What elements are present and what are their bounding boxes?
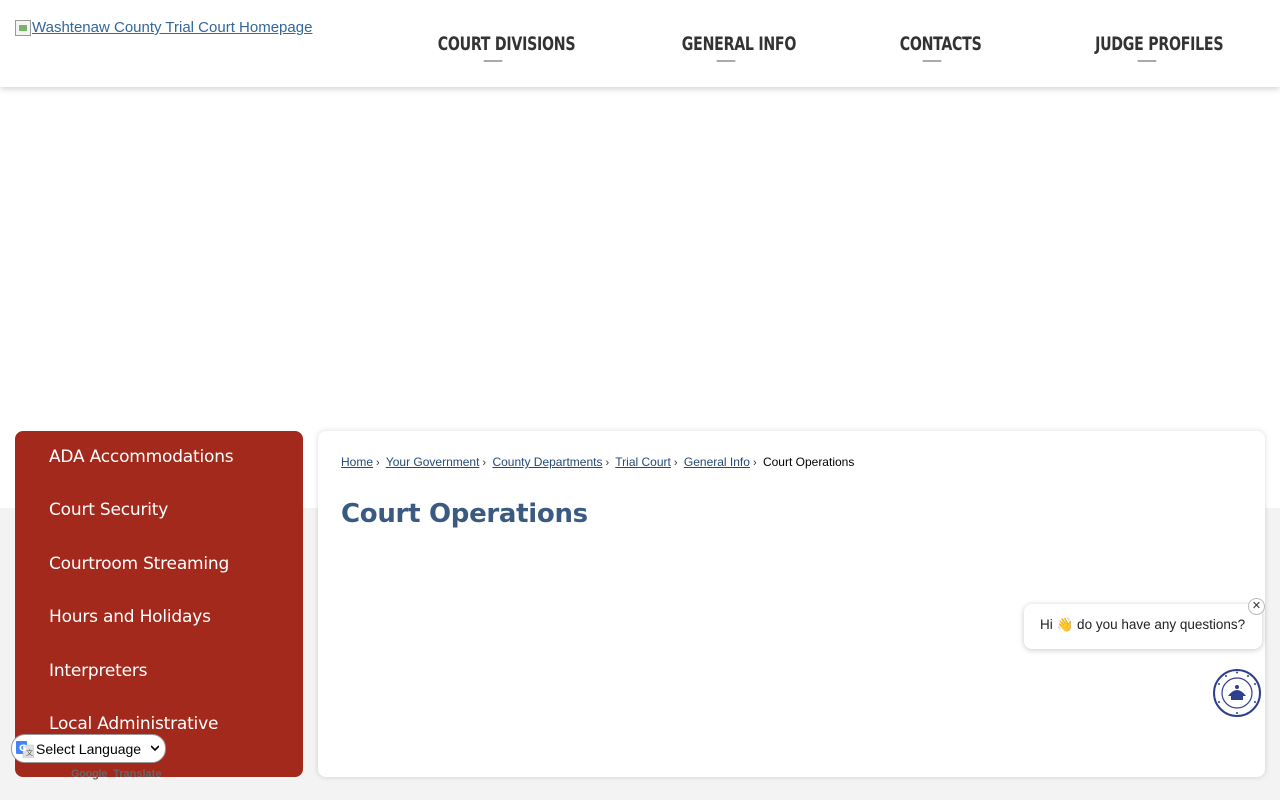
chevron-down-icon: [151, 745, 159, 752]
breadcrumb-separator: ›: [752, 457, 757, 469]
nav-label: CONTACTS: [899, 34, 982, 55]
breadcrumb-your-government[interactable]: Your Government: [386, 455, 480, 469]
breadcrumb-separator: ›: [376, 457, 380, 469]
logo-link[interactable]: Washtenaw County Trial Court Homepage: [15, 19, 312, 36]
nav-underline: [716, 60, 736, 62]
chat-greeting-text: Hi 👋 do you have any questions?: [1040, 617, 1246, 632]
chat-greeting-bubble[interactable]: Hi 👋 do you have any questions?: [1024, 604, 1262, 649]
translate-link[interactable]: Translate: [113, 768, 161, 780]
sidebar-item-local-administrative[interactable]: Local Administrative: [49, 714, 218, 734]
google-translate-icon: G 文: [16, 740, 34, 758]
nav-underline: [922, 60, 942, 62]
breadcrumb-separator: ›: [605, 457, 610, 469]
sidebar-item-hours-and-holidays[interactable]: Hours and Holidays: [49, 607, 211, 627]
nav-label: JUDGE PROFILES: [1095, 34, 1224, 55]
page-title: Court Operations: [341, 499, 588, 529]
breadcrumb-current: Court Operations: [762, 455, 855, 469]
select-language-label: Select Language: [36, 740, 142, 757]
breadcrumb-trial-court[interactable]: Trial Court: [615, 455, 671, 469]
sidebar-item-interpreters[interactable]: Interpreters: [49, 661, 148, 681]
select-language-dropdown[interactable]: G 文 Select Language: [11, 734, 166, 763]
nav-label: COURT DIVISIONS: [437, 34, 576, 55]
nav-label: GENERAL INFO: [681, 34, 797, 55]
broken-image-icon: [15, 19, 31, 36]
sidebar-item-court-security[interactable]: Court Security: [49, 500, 168, 520]
county-seal-icon[interactable]: [1212, 668, 1262, 718]
site-header: Washtenaw County Trial Court Homepage CO…: [0, 0, 1280, 87]
nav-judge-profiles[interactable]: JUDGE PROFILES: [1095, 34, 1224, 62]
nav-contacts[interactable]: CONTACTS: [900, 34, 982, 62]
google-wordmark: Google: [71, 768, 108, 780]
logo-alt-text: Washtenaw County Trial Court Homepage: [32, 19, 313, 36]
chat-close-button[interactable]: ✕: [1248, 598, 1265, 615]
breadcrumb-general-info[interactable]: General Info: [684, 455, 750, 469]
google-translate-widget: G 文 Select Language Google Translate: [11, 734, 166, 780]
nav-court-divisions[interactable]: COURT DIVISIONS: [438, 34, 576, 62]
nav-general-info[interactable]: GENERAL INFO: [682, 34, 796, 62]
sidebar-item-courtroom-streaming[interactable]: Courtroom Streaming: [49, 554, 229, 574]
breadcrumb-separator: ›: [482, 457, 487, 469]
powered-by-google: Google Translate: [71, 768, 161, 780]
breadcrumb-home[interactable]: Home: [341, 455, 373, 469]
nav-underline: [1137, 60, 1156, 62]
breadcrumb-county-departments[interactable]: County Departments: [492, 455, 602, 469]
svg-text:文: 文: [26, 748, 33, 757]
sidebar-nav: ADA Accommodations Court Security Courtr…: [15, 431, 303, 777]
breadcrumb-separator: ›: [673, 457, 678, 469]
nav-underline: [483, 60, 503, 62]
sidebar-item-ada-accommodations[interactable]: ADA Accommodations: [49, 447, 234, 467]
breadcrumb: Home › Your Government › County Department…: [341, 455, 854, 469]
